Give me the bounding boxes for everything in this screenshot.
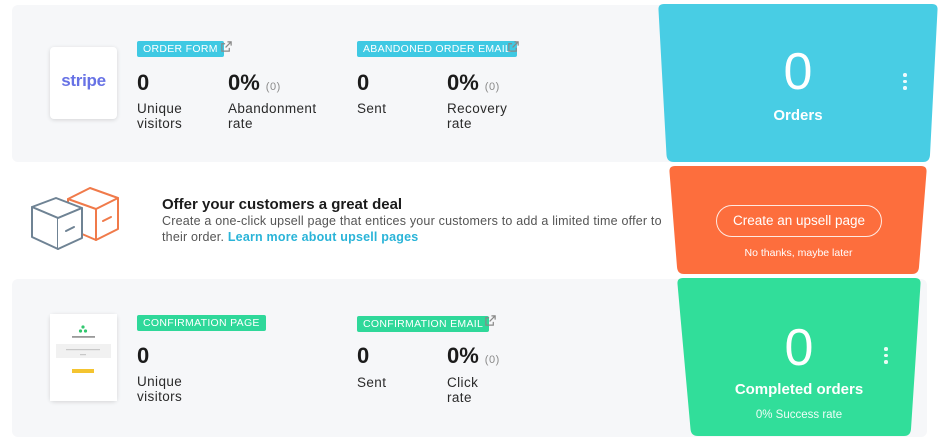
abandonment-rate-percent: 0%	[228, 70, 260, 95]
confirmation-page-tag: CONFIRMATION PAGE	[137, 315, 266, 331]
recovery-label-1: Recovery	[447, 101, 508, 116]
orders-label: Orders	[773, 107, 823, 124]
learn-more-link[interactable]: Learn more about upsell pages	[228, 230, 419, 244]
external-link-icon[interactable]	[484, 314, 497, 327]
orders-menu-icon[interactable]	[902, 73, 908, 93]
success-rate: 0% Success rate	[755, 409, 843, 421]
orders-funnel: 0 Orders	[658, 4, 938, 163]
confirmation-visitors-label-1: Unique	[137, 374, 183, 389]
boxes-icon	[31, 187, 119, 250]
abandonment-label-1: Abandonment	[228, 101, 317, 116]
click-rate-value: 0% (0)	[447, 343, 500, 369]
abandoned-email-sent-label: Sent	[357, 101, 387, 116]
upsell-title: Offer your customers a great deal	[162, 196, 403, 213]
recovery-label-2: rate	[447, 116, 472, 131]
click-rate-percent: 0%	[447, 343, 479, 368]
recovery-rate-percent: 0%	[447, 70, 479, 95]
confirmation-email-sent-label: Sent	[357, 375, 387, 390]
confirmation-email-sent-value: 0	[357, 343, 370, 368]
confirmation-visitors-value: 0	[137, 343, 150, 368]
order-form-visitors-label-1: Unique	[137, 101, 183, 116]
confirmation-email-tag: CONFIRMATION EMAIL	[357, 316, 490, 332]
abandoned-email-tag: ABANDONED ORDER EMAIL	[357, 41, 518, 57]
click-label-2: rate	[447, 390, 472, 405]
external-link-icon[interactable]	[507, 40, 520, 53]
abandonment-rate-value: 0% (0)	[228, 70, 281, 96]
create-upsell-page-button[interactable]: Create an upsell page	[716, 205, 882, 237]
abandonment-count: (0)	[265, 81, 281, 93]
click-count: (0)	[484, 354, 500, 366]
completed-orders-funnel: 0 Completed orders 0% Success rate	[677, 278, 921, 437]
click-label-1: Click	[447, 375, 479, 390]
order-form-visitors-label-2: visitors	[137, 116, 183, 131]
completed-orders-menu-icon[interactable]	[883, 347, 889, 367]
completed-orders-label: Completed orders	[734, 381, 864, 398]
upsell-description: Create a one-click upsell page that enti…	[162, 213, 662, 245]
confirmation-page-thumbnail[interactable]	[50, 314, 117, 401]
abandonment-label-2: rate	[228, 116, 253, 131]
order-form-thumbnail[interactable]: stripe	[50, 47, 117, 119]
order-form-tag: ORDER FORM	[137, 41, 224, 57]
order-form-visitors-value: 0	[137, 70, 150, 95]
confirmation-page-preview	[50, 314, 117, 401]
orders-count: 0	[783, 43, 813, 101]
no-thanks-link[interactable]: No thanks, maybe later	[670, 247, 927, 259]
external-link-icon[interactable]	[220, 40, 233, 53]
recovery-rate-value: 0% (0)	[447, 70, 500, 96]
recovery-count: (0)	[484, 81, 500, 93]
confirmation-visitors-label-2: visitors	[137, 389, 183, 404]
stripe-logo: stripe	[61, 71, 106, 90]
abandoned-email-sent-value: 0	[357, 70, 370, 95]
